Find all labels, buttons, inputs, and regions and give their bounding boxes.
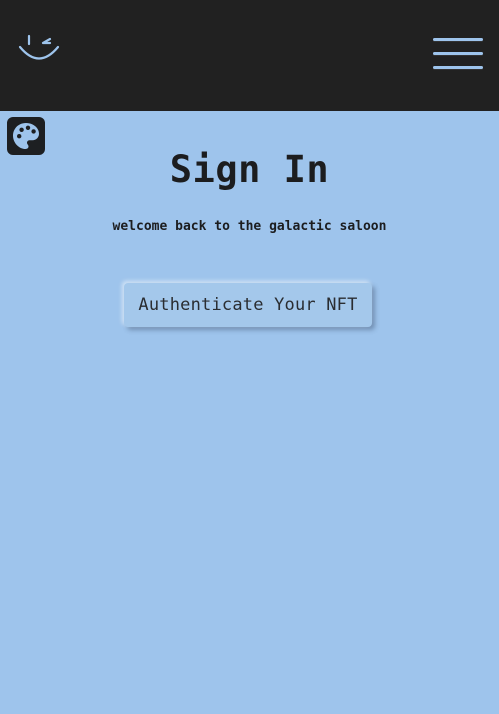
winking-smiley-icon[interactable] <box>18 34 60 64</box>
page-title: Sign In <box>169 148 330 191</box>
menu-line <box>433 38 483 41</box>
page-subtitle: welcome back to the galactic saloon <box>112 219 387 234</box>
palette-icon <box>13 123 39 149</box>
top-header <box>0 0 499 111</box>
menu-line <box>433 52 483 55</box>
hamburger-menu-icon[interactable] <box>431 36 485 74</box>
menu-line <box>433 66 483 69</box>
authenticate-nft-button[interactable]: Authenticate Your NFT <box>124 283 372 327</box>
